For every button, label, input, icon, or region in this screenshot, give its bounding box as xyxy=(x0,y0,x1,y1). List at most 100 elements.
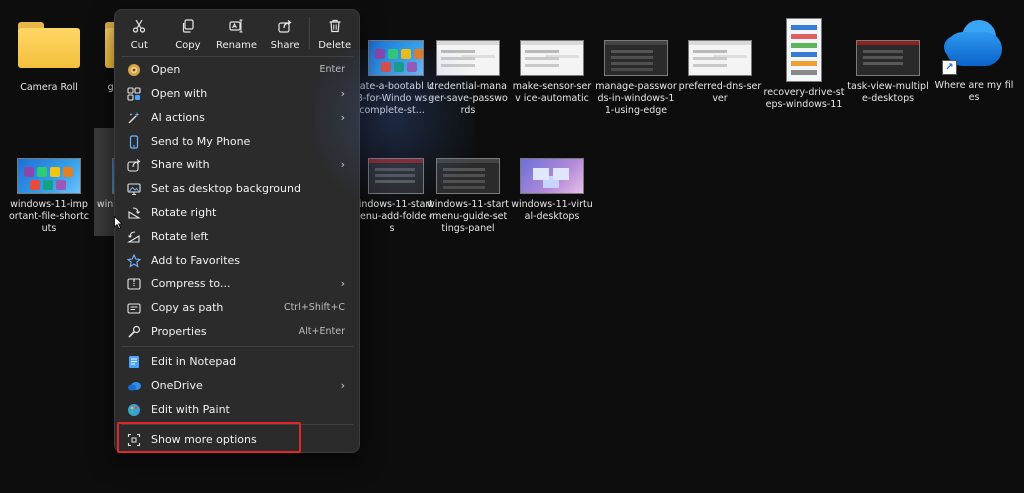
desktop-item-start-menu-guide[interactable]: windows-11-start -menu-guide-set tings-p… xyxy=(426,128,510,235)
share-button[interactable]: Share xyxy=(261,10,310,56)
star-icon xyxy=(125,253,143,268)
menu-item-shortcut: Ctrl+Shift+C xyxy=(283,302,345,313)
rename-button[interactable]: Rename xyxy=(212,10,261,56)
menu-item-label: Send to My Phone xyxy=(151,135,251,148)
menu-item-edit-with-paint[interactable]: Edit with Paint xyxy=(119,398,355,421)
menu-item-label: Share with xyxy=(151,158,210,171)
menu-item-label: Compress to... xyxy=(151,277,231,290)
desktop-item-label: Where are my files xyxy=(934,80,1014,103)
image-thumbnail xyxy=(688,40,752,76)
menu-item-onedrive[interactable]: OneDrive › xyxy=(119,374,355,397)
desktop-item-label: recovery-drive-st eps-windows-11 xyxy=(763,87,845,110)
desktop-item-label: credential-mana ger-save-passwo rds xyxy=(428,81,508,116)
open-with-icon xyxy=(125,86,143,101)
desktop-item-task-view[interactable]: task-view-multipl e-desktops xyxy=(847,10,929,105)
delete-label: Delete xyxy=(318,40,352,51)
onedrive-cloud-icon: ↗ xyxy=(938,18,1010,75)
image-thumbnail xyxy=(368,158,424,194)
menu-item-share-with[interactable]: Share with › xyxy=(119,153,355,176)
paint-icon xyxy=(125,403,143,417)
desktop-item-credential-manager[interactable]: credential-mana ger-save-passwo rds xyxy=(428,10,508,117)
desktop-item-preferred-dns[interactable]: preferred-dns-ser ver xyxy=(678,10,762,105)
cut-icon xyxy=(132,18,146,34)
menu-item-label: Edit with Paint xyxy=(151,403,230,416)
desktop-item-label: preferred-dns-ser ver xyxy=(678,81,762,104)
image-thumbnail xyxy=(856,40,920,76)
compress-icon xyxy=(125,277,143,291)
desktop-item-camera-roll[interactable]: Camera Roll xyxy=(9,4,89,94)
rename-icon xyxy=(229,18,243,34)
menu-item-rotate-right[interactable]: Rotate right xyxy=(119,201,355,224)
image-thumbnail xyxy=(786,18,822,82)
menu-item-set-desktop-background[interactable]: Set as desktop background xyxy=(119,177,355,200)
desktop-item-important-shortcuts[interactable]: windows-11-imp ortant-file-shortc uts xyxy=(9,128,89,235)
menu-item-open[interactable]: Open Enter xyxy=(119,58,355,81)
shortcut-arrow-icon: ↗ xyxy=(942,60,957,75)
chevron-right-icon: › xyxy=(340,379,345,392)
copy-label: Copy xyxy=(175,40,201,51)
image-thumbnail xyxy=(17,158,81,194)
desktop-item-manage-passwords[interactable]: manage-passwor ds-in-windows-1 1-using-e… xyxy=(595,10,677,117)
menu-item-rotate-left[interactable]: Rotate left xyxy=(119,225,355,248)
rotate-right-icon xyxy=(125,206,143,220)
desktop-item-recovery-drive[interactable]: recovery-drive-st eps-windows-11 xyxy=(764,10,844,111)
chevron-right-icon: › xyxy=(340,87,345,100)
desktop-item-label: reate-a-bootabl USB-for-Windo ws -comple… xyxy=(350,81,434,116)
properties-icon xyxy=(125,325,143,339)
menu-divider xyxy=(121,346,353,347)
image-thumbnail xyxy=(604,40,668,76)
chevron-right-icon: › xyxy=(340,111,345,124)
chevron-right-icon: › xyxy=(340,158,345,171)
desktop-item-label: windows-11-virtu al-desktops xyxy=(511,199,593,222)
mouse-cursor-icon xyxy=(114,214,123,233)
quick-actions-bar: Cut Copy Rename Share Delete xyxy=(115,10,359,56)
menu-item-label: Open with xyxy=(151,87,208,100)
ai-actions-icon xyxy=(125,111,143,125)
menu-item-send-to-phone[interactable]: Send to My Phone xyxy=(119,130,355,153)
annotation-highlight-box xyxy=(117,422,301,453)
menu-item-shortcut: Enter xyxy=(319,64,346,75)
desktop-item-label: windows-11-start -menu-guide-set tings-p… xyxy=(426,199,510,234)
desktop-item-label: windows-11-imp ortant-file-shortc uts xyxy=(9,199,89,234)
desktop-item-bootable-usb[interactable]: reate-a-bootabl USB-for-Windo ws -comple… xyxy=(350,10,434,117)
desktop-item-label: Camera Roll xyxy=(20,82,78,93)
image-thumbnail xyxy=(436,158,500,194)
menu-item-open-with[interactable]: Open with › xyxy=(119,82,355,105)
menu-item-label: Rotate right xyxy=(151,206,217,219)
menu-item-label: Edit in Notepad xyxy=(151,355,237,368)
onedrive-icon xyxy=(125,380,143,392)
menu-item-label: Copy as path xyxy=(151,301,224,314)
menu-item-ai-actions[interactable]: AI actions › xyxy=(119,106,355,129)
desktop-item-sensor-service[interactable]: make-sensor-serv ice-automatic xyxy=(512,10,592,105)
desktop-item-virtual-desktops[interactable]: windows-11-virtu al-desktops xyxy=(511,128,593,223)
menu-item-properties[interactable]: Properties Alt+Enter xyxy=(119,320,355,343)
desktop-background-icon xyxy=(125,182,143,196)
desktop-item-label: task-view-multipl e-desktops xyxy=(847,81,929,104)
copy-button[interactable]: Copy xyxy=(164,10,213,56)
menu-item-label: Open xyxy=(151,63,181,76)
menu-item-label: OneDrive xyxy=(151,379,203,392)
notepad-icon xyxy=(125,355,143,369)
desktop-item-label: manage-passwor ds-in-windows-1 1-using-e… xyxy=(595,81,677,116)
menu-item-add-to-favorites[interactable]: Add to Favorites xyxy=(119,249,355,272)
image-thumbnail xyxy=(520,158,584,194)
desktop-item-label: make-sensor-serv ice-automatic xyxy=(512,81,592,104)
menu-item-compress-to[interactable]: Compress to... › xyxy=(119,272,355,295)
rename-label: Rename xyxy=(215,40,257,51)
open-icon xyxy=(125,63,143,77)
menu-item-label: Add to Favorites xyxy=(151,254,241,267)
menu-item-label: Rotate left xyxy=(151,230,209,243)
share-label: Share xyxy=(270,40,300,51)
delete-button[interactable]: Delete xyxy=(310,10,359,56)
desktop-item-start-menu-add-folders[interactable]: windows-11-start menu-add-folde rs xyxy=(351,128,433,235)
desktop-item-where-are-my-files[interactable]: ↗ Where are my files xyxy=(934,4,1014,104)
menu-item-edit-in-notepad[interactable]: Edit in Notepad xyxy=(119,350,355,373)
copy-path-icon xyxy=(125,301,143,315)
desktop: Camera Roll gs- reate-a-bootabl USB-for-… xyxy=(0,0,1024,493)
folder-icon xyxy=(18,22,80,68)
cut-button[interactable]: Cut xyxy=(115,10,164,56)
phone-icon xyxy=(125,134,143,149)
image-thumbnail xyxy=(436,40,500,76)
menu-item-label: Set as desktop background xyxy=(151,182,301,195)
menu-item-copy-as-path[interactable]: Copy as path Ctrl+Shift+C xyxy=(119,296,355,319)
